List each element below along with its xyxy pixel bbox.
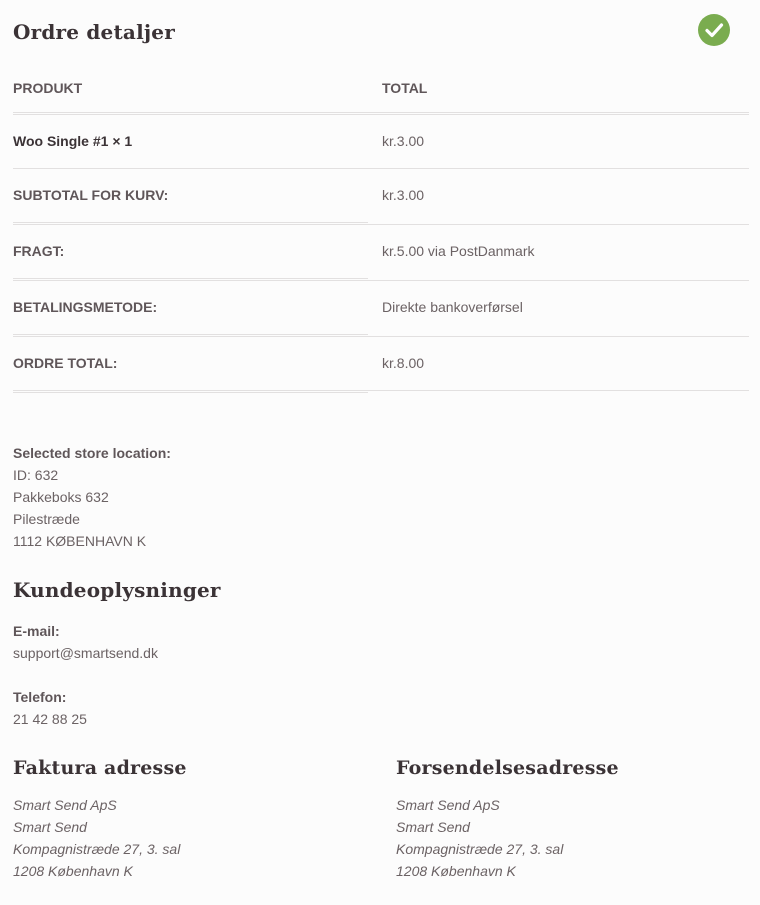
column-header-total: TOTAL <box>382 80 428 96</box>
email-value[interactable]: support@smartsend.dk <box>13 642 158 664</box>
billing-name: Smart Send <box>13 819 87 835</box>
table-row-product: Woo Single #1 × 1 kr.3.00 <box>13 115 749 168</box>
customer-details-title: Kundeoplysninger <box>13 578 221 602</box>
store-street: Pilestræde <box>13 511 80 527</box>
product-name[interactable]: Woo Single #1 × 1 <box>13 115 132 168</box>
payment-method-label: BETALINGSMETODE: <box>13 299 158 315</box>
order-received-page: Ordre detaljer PRODUKT TOTAL Woo Single … <box>0 0 760 905</box>
table-row-order-total: ORDRE TOTAL: kr.8.00 <box>13 337 749 390</box>
shipping-street: Kompagnistræde 27, 3. sal <box>396 841 564 857</box>
selected-store-location: Selected store location: ID: 632 Pakkebo… <box>13 442 171 552</box>
billing-city: 1208 København K <box>13 863 133 879</box>
product-quantity: × 1 <box>112 133 133 149</box>
payment-method-value: Direkte bankoverførsel <box>382 299 523 315</box>
billing-street: Kompagnistræde 27, 3. sal <box>13 841 181 857</box>
table-row-payment-method: BETALINGSMETODE: Direkte bankoverførsel <box>13 281 749 334</box>
store-city: 1112 KØBENHAVN K <box>13 533 147 549</box>
order-details-title: Ordre detaljer <box>13 20 175 44</box>
billing-address-title: Faktura adresse <box>13 757 187 779</box>
shipping-city: 1208 København K <box>396 863 516 879</box>
billing-address: Smart Send ApS Smart Send Kompagnistræde… <box>13 794 180 882</box>
table-row-shipping: FRAGT: kr.5.00 via PostDanmark <box>13 225 749 278</box>
order-total-label: ORDRE TOTAL: <box>13 355 118 371</box>
checkmark-icon <box>698 14 730 46</box>
shipping-address-title: Forsendelsesadresse <box>396 757 619 779</box>
table-header: PRODUKT TOTAL <box>13 64 749 112</box>
phone-value[interactable]: 21 42 88 25 <box>13 708 87 730</box>
store-id: ID: 632 <box>13 467 59 483</box>
store-name: Pakkeboks 632 <box>13 489 109 505</box>
subtotal-value: kr.3.00 <box>382 187 425 203</box>
phone-label: Telefon: <box>13 689 67 705</box>
billing-company: Smart Send ApS <box>13 797 117 813</box>
customer-phone: Telefon: 21 42 88 25 <box>13 686 87 730</box>
shipping-label: FRAGT: <box>13 243 65 259</box>
email-label: E-mail: <box>13 623 60 639</box>
shipping-value: kr.5.00 via PostDanmark <box>382 243 535 259</box>
table-row-subtotal: SUBTOTAL FOR KURV: kr.3.00 <box>13 169 749 222</box>
order-details-table: PRODUKT TOTAL Woo Single #1 × 1 kr.3.00 … <box>13 64 749 393</box>
customer-email: E-mail: support@smartsend.dk <box>13 620 158 664</box>
column-header-product: PRODUKT <box>13 80 83 96</box>
subtotal-label: SUBTOTAL FOR KURV: <box>13 187 169 203</box>
shipping-name: Smart Send <box>396 819 470 835</box>
store-location-title: Selected store location: <box>13 445 171 461</box>
product-total: kr.3.00 <box>382 133 425 149</box>
shipping-company: Smart Send ApS <box>396 797 500 813</box>
shipping-address: Smart Send ApS Smart Send Kompagnistræde… <box>396 794 563 882</box>
order-total-value: kr.8.00 <box>382 355 425 371</box>
